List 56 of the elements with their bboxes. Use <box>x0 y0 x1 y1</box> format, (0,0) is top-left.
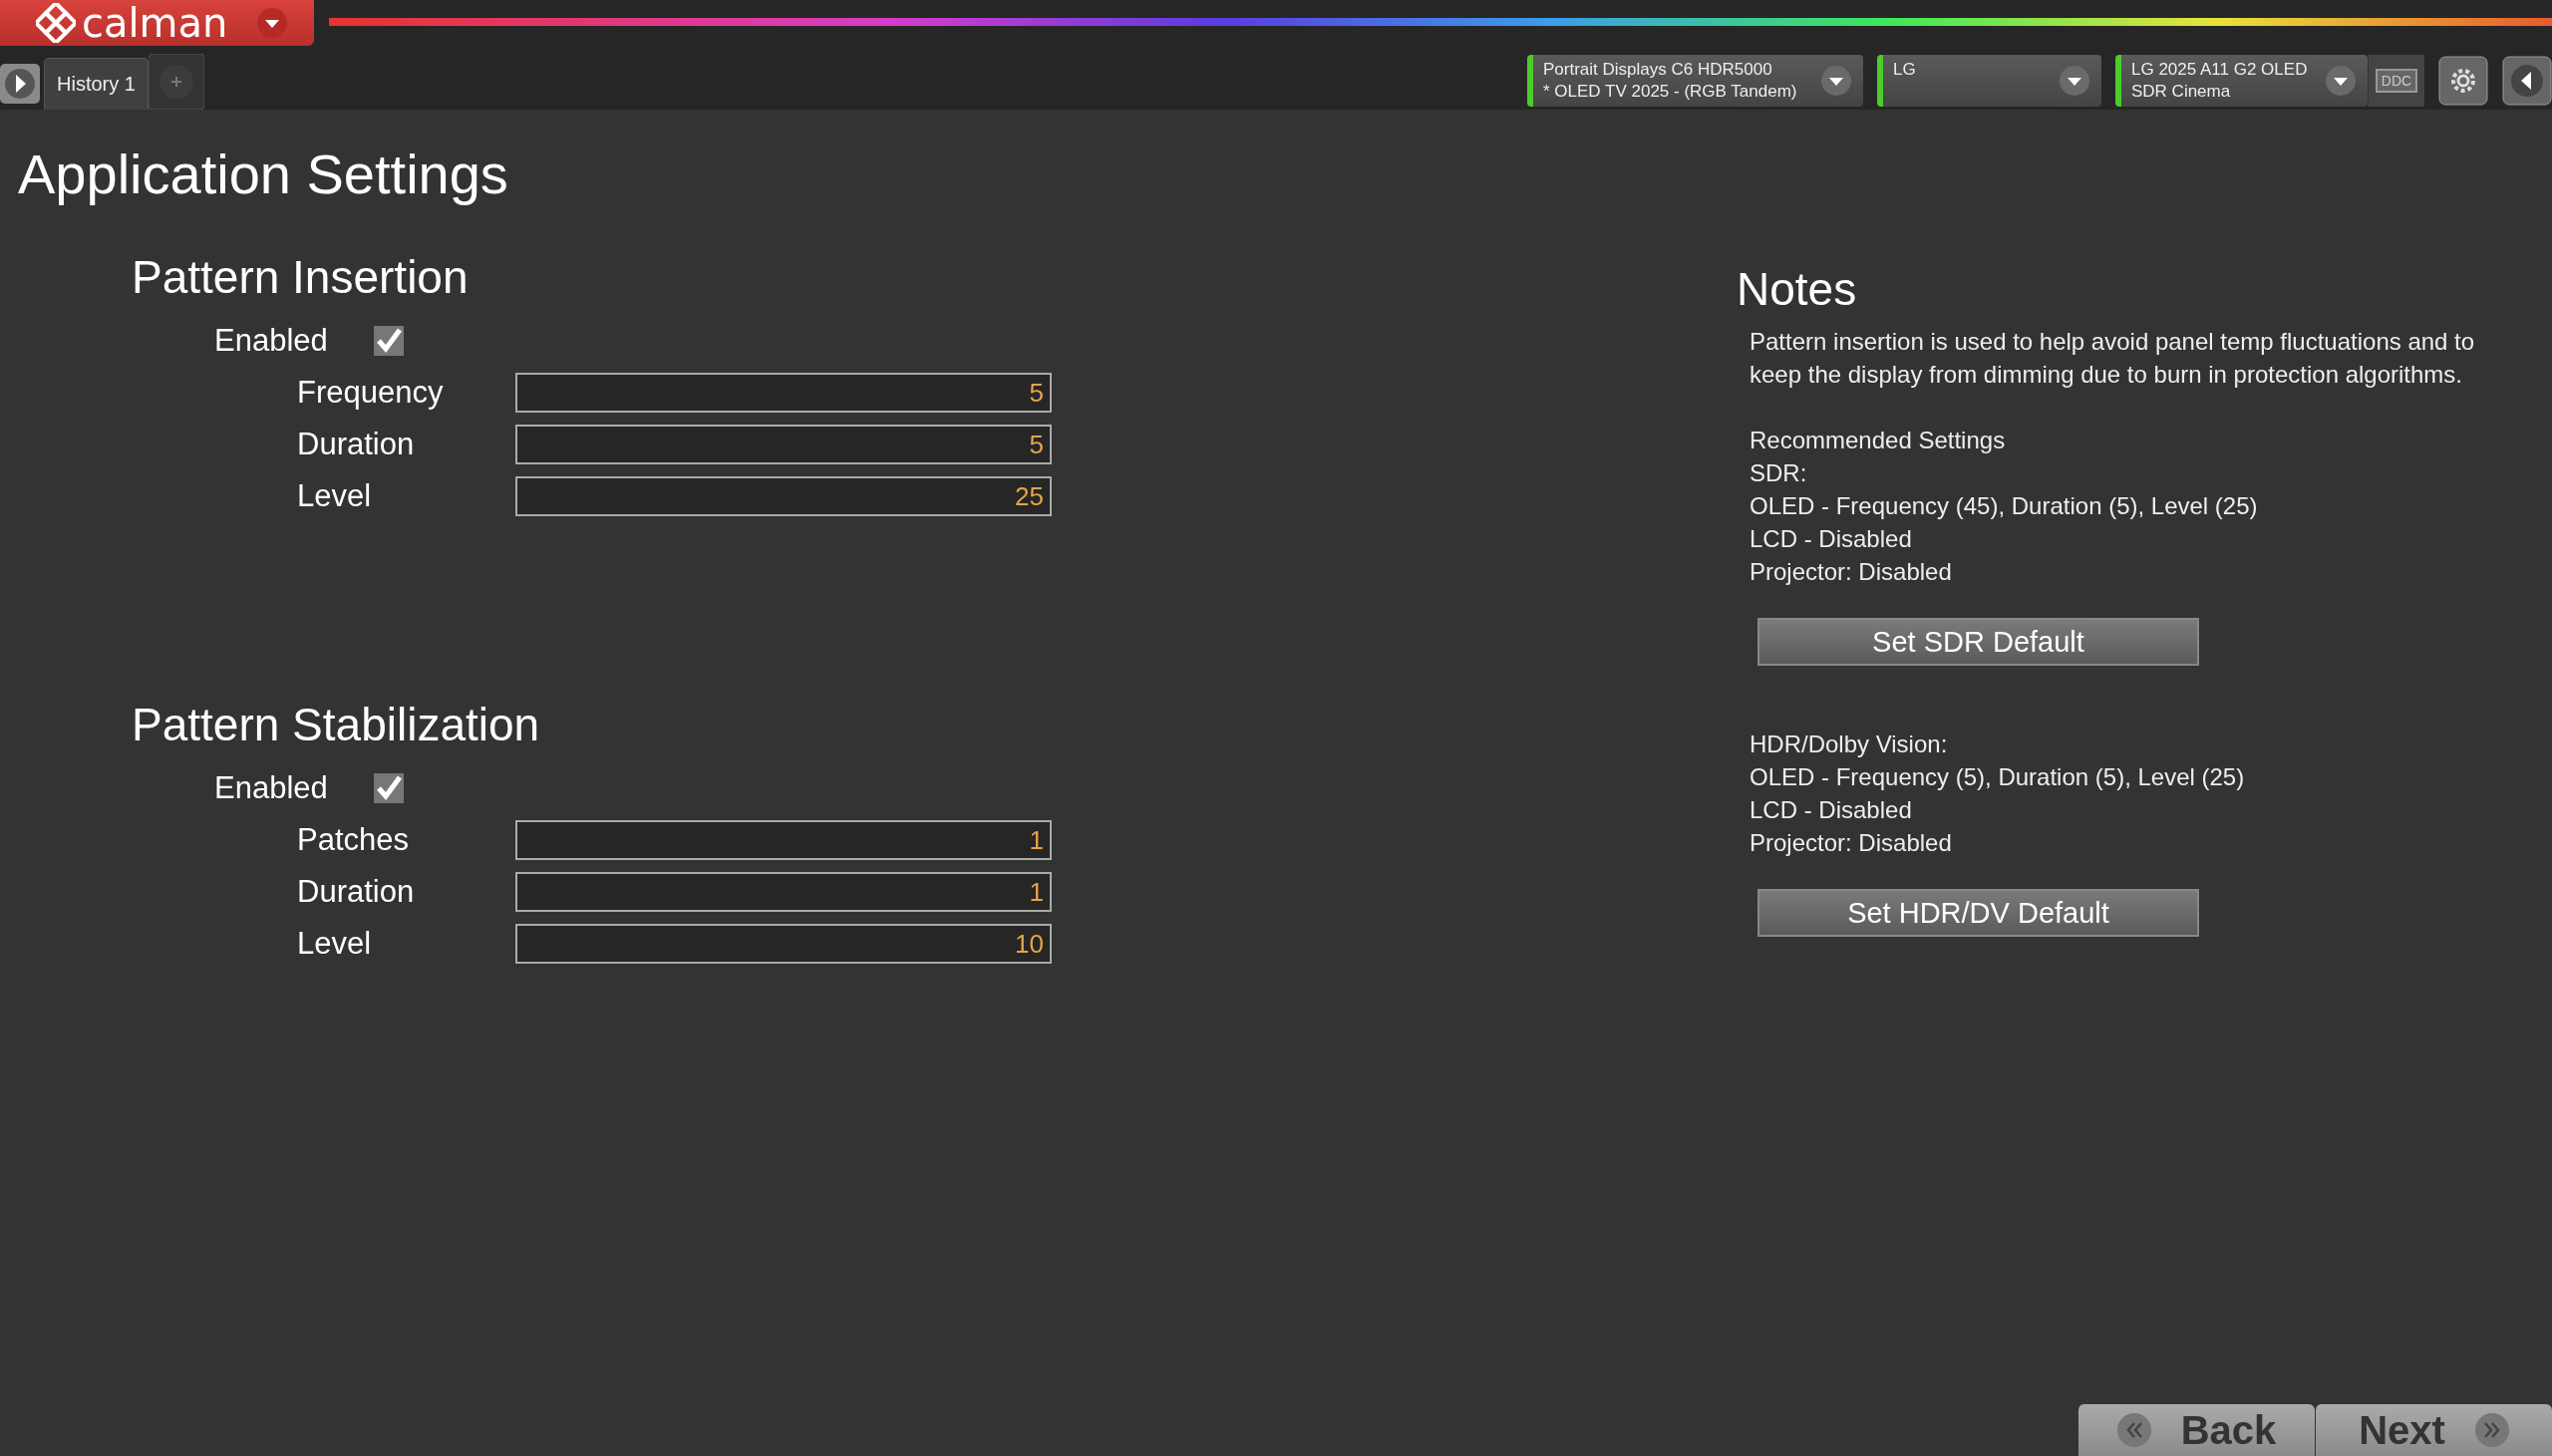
history-tab[interactable]: History 1 <box>44 58 149 110</box>
notes-line: Projector: Disabled <box>1750 557 1953 587</box>
enabled-label: Enabled <box>214 323 329 359</box>
caret-down-icon[interactable] <box>257 8 288 38</box>
device-profile: SDR Cinema <box>2131 81 2232 103</box>
field-label: Duration <box>297 427 416 462</box>
device-name: LG 2025 A11 G2 OLED <box>2131 59 2308 81</box>
field-label: Level <box>297 926 373 962</box>
next-button[interactable]: Next <box>2315 1404 2552 1456</box>
logo-text: calman <box>82 0 228 46</box>
device-selector[interactable]: LG 2025 A11 G2 OLED SDR Cinema <box>2115 55 2368 107</box>
notes-paragraph: Pattern insertion is used to help avoid panel temp fluctuations and to keep the display from dimming due to burn in protection algorithms. <box>1750 327 2476 390</box>
notes-line: OLED - Frequency (45), Duration (5), Level (25) <box>1750 491 2259 521</box>
enabled-checkbox[interactable] <box>374 773 404 803</box>
section-heading: Pattern Insertion <box>132 250 470 305</box>
number-field[interactable]: 10 <box>515 924 1052 964</box>
field-label: Duration <box>297 874 416 910</box>
device-selector[interactable]: LG <box>1877 55 2101 107</box>
back-button[interactable]: Back <box>2077 1404 2315 1456</box>
device-name: LG <box>1893 59 1916 81</box>
set-default-button[interactable]: Set HDR/DV Default <box>1757 889 2199 937</box>
diamond-logo-icon <box>36 3 76 43</box>
app-logo-button[interactable]: calman <box>0 0 314 46</box>
notes-line: Projector: Disabled <box>1750 828 1953 858</box>
notes-line: LCD - Disabled <box>1750 524 1913 554</box>
caret-down-icon <box>2326 66 2356 96</box>
set-default-button[interactable]: Set SDR Default <box>1757 618 2199 666</box>
caret-down-icon <box>1821 66 1851 96</box>
page-title: Application Settings <box>18 142 509 207</box>
notes-line: OLED - Frequency (5), Duration (5), Level (25) <box>1750 762 2246 792</box>
notes-heading: Notes <box>1737 262 1858 317</box>
enabled-checkbox[interactable] <box>374 326 404 356</box>
ddc-monitor-button[interactable]: DDC <box>2368 55 2424 107</box>
caret-down-icon <box>2060 66 2089 96</box>
device-selector[interactable]: Portrait Displays C6 HDR5000 * OLED TV 2025 - (RGB Tandem) <box>1527 55 1863 107</box>
number-field[interactable]: 1 <box>515 820 1052 860</box>
device-profile: * OLED TV 2025 - (RGB Tandem) <box>1543 81 1797 103</box>
double-chevron-right-icon <box>2474 1413 2509 1447</box>
number-field[interactable]: 5 <box>515 425 1052 464</box>
double-chevron-left-icon <box>2116 1413 2151 1447</box>
device-name: Portrait Displays C6 HDR5000 <box>1543 59 1773 81</box>
number-field[interactable]: 5 <box>515 373 1052 413</box>
collapse-left-icon[interactable] <box>2502 56 2552 106</box>
notes-line: Recommended Settings <box>1750 426 2007 455</box>
notes-line: SDR: <box>1750 458 1808 488</box>
field-label: Level <box>297 478 373 514</box>
number-field[interactable]: 1 <box>515 872 1052 912</box>
play-button-icon[interactable] <box>0 64 40 104</box>
notes-line: LCD - Disabled <box>1750 795 1913 825</box>
notes-line: HDR/Dolby Vision: <box>1750 729 1949 759</box>
settings-icon[interactable] <box>2438 56 2488 106</box>
field-label: Patches <box>297 822 410 858</box>
field-label: Frequency <box>297 375 445 411</box>
number-field[interactable]: 25 <box>515 476 1052 516</box>
enabled-label: Enabled <box>214 770 329 806</box>
section-heading: Pattern Stabilization <box>132 698 541 752</box>
